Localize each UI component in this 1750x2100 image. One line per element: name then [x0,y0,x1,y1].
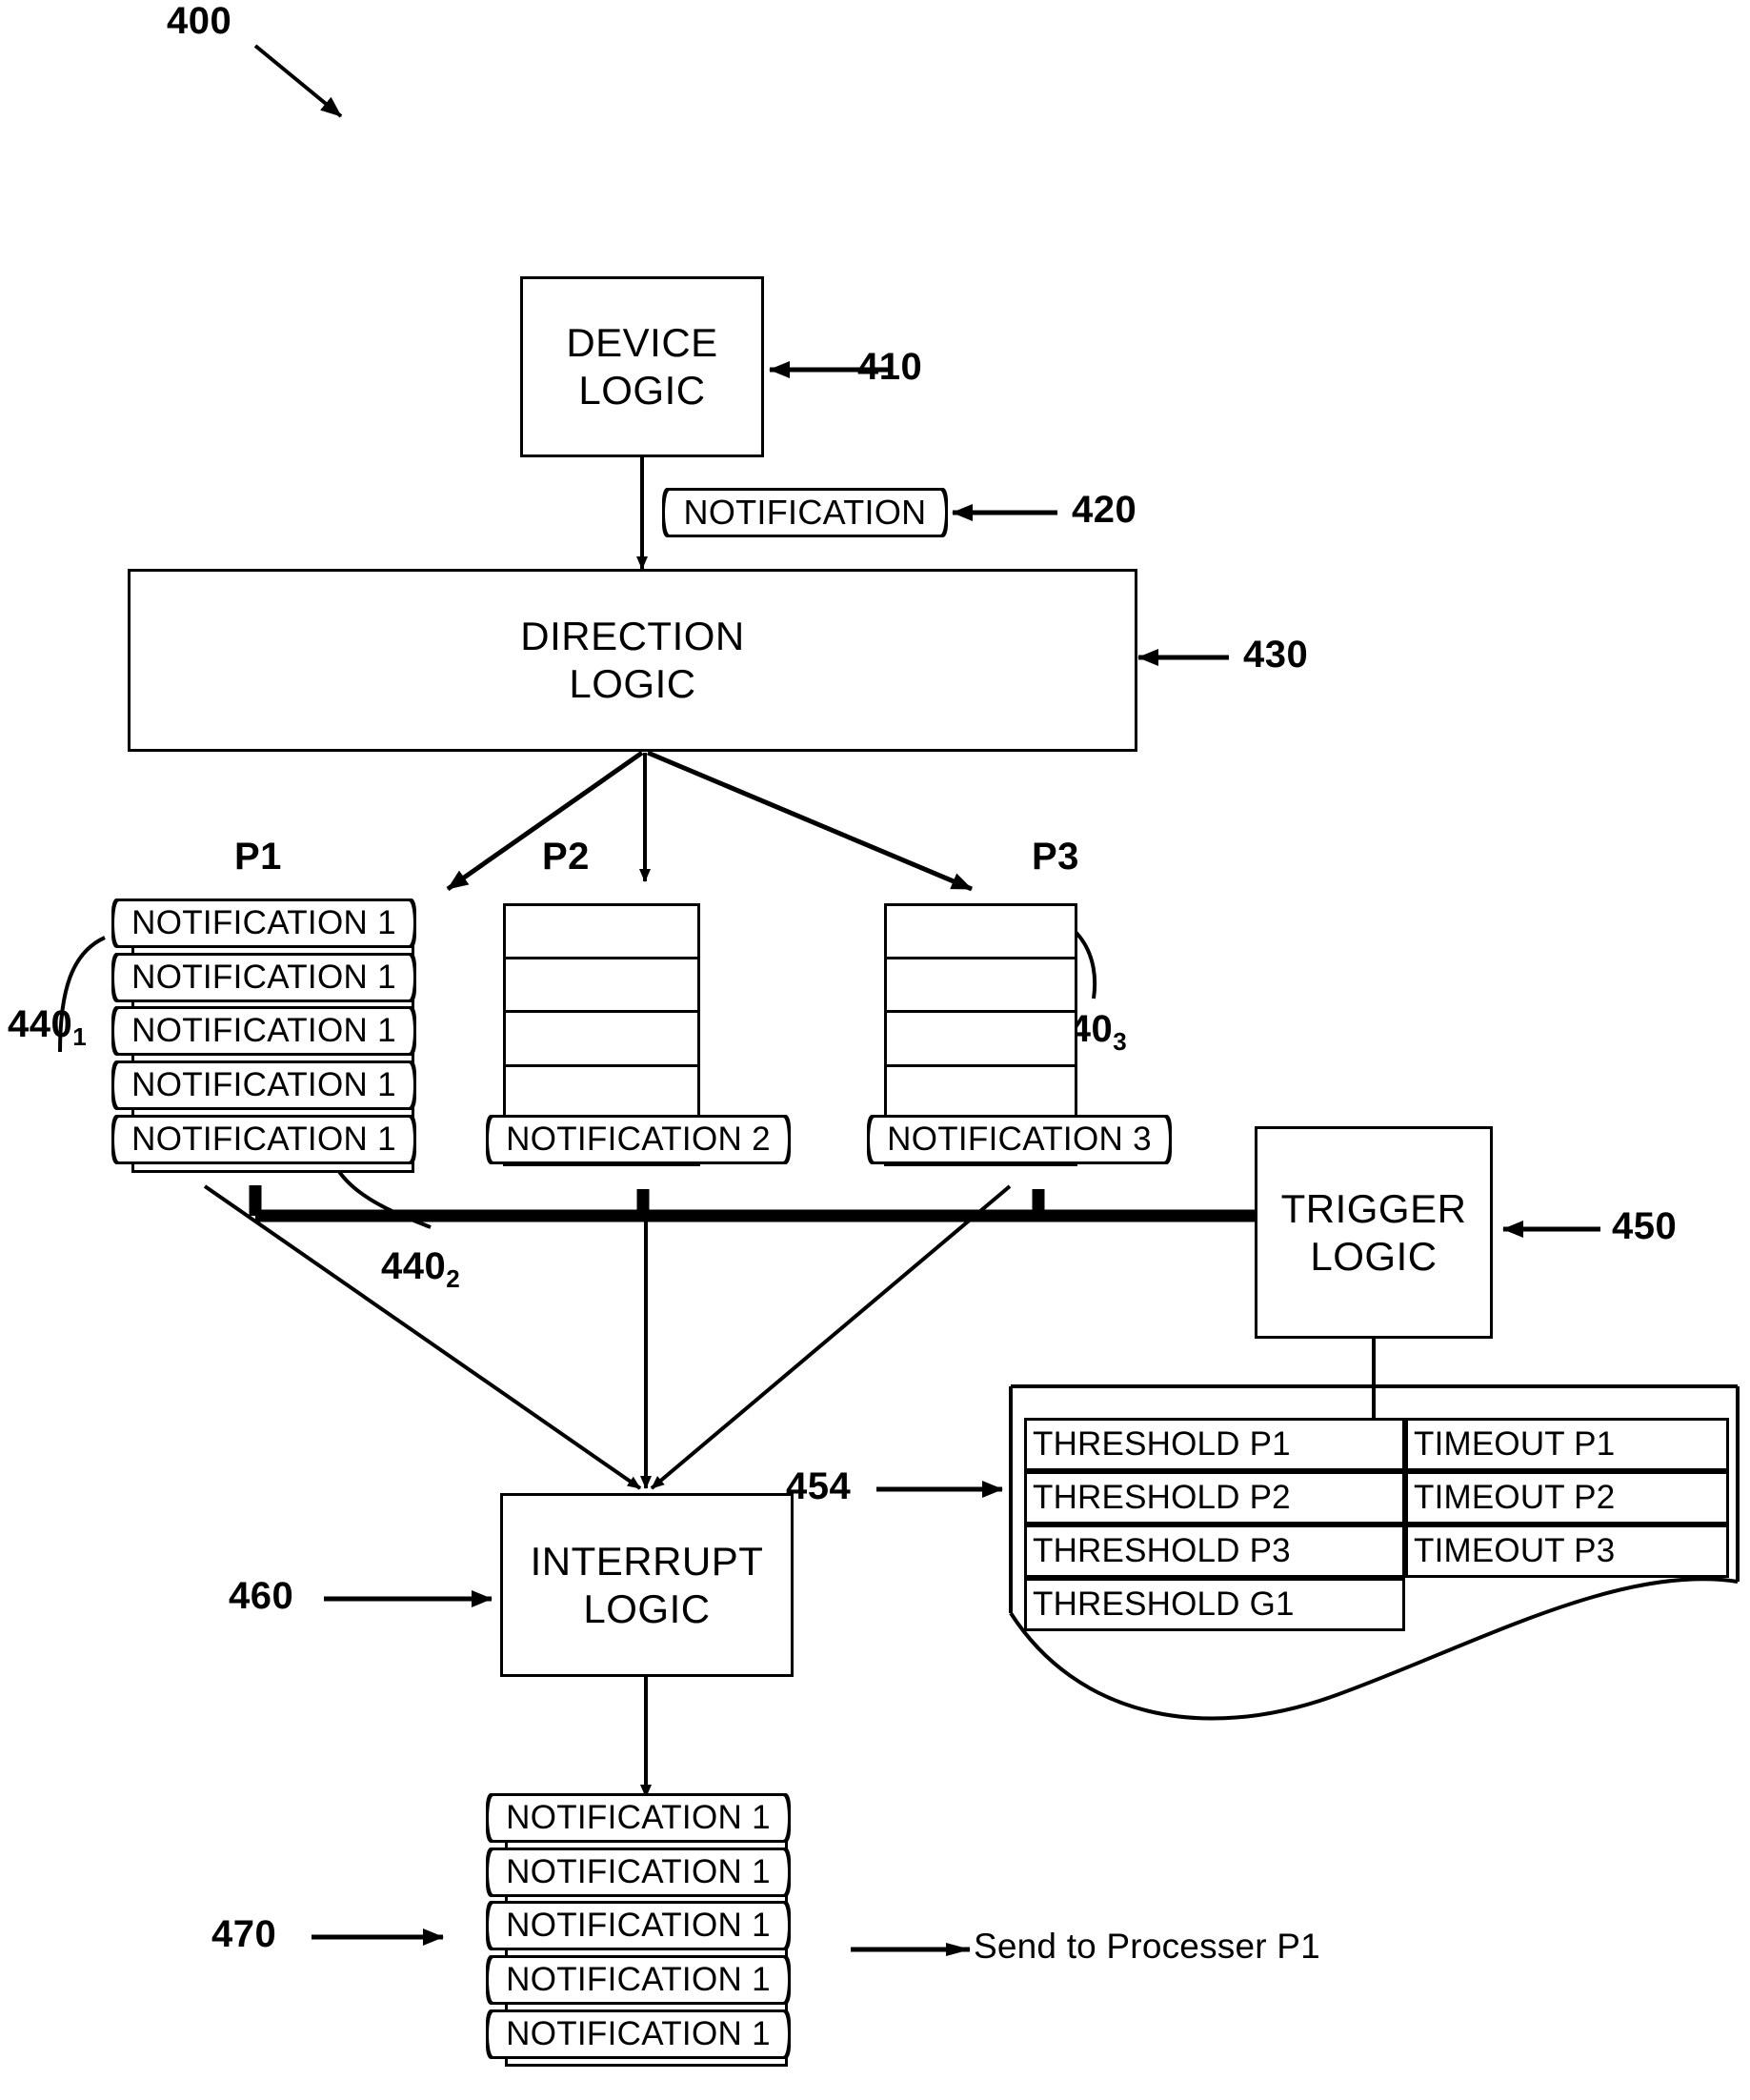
threshold-timeout-table: THRESHOLD P1 TIMEOUT P1 THRESHOLD P2 TIM… [1024,1418,1729,1639]
ref-430: 430 [1243,634,1309,676]
trigger-bus [249,1185,1255,1222]
table-cell-label: THRESHOLD P2 [1033,1479,1291,1516]
output-queue-item-label: NOTIFICATION 1 [506,1907,771,1944]
output-queue-item[interactable]: NOTIFICATION 1 [486,1955,791,2005]
queue-p1-item[interactable]: NOTIFICATION 1 [111,1115,416,1164]
table-cell-threshold-p2[interactable]: THRESHOLD P2 [1024,1471,1405,1525]
interrupt-logic-label-line1: INTERRUPT [530,1538,764,1584]
queue-p2-item[interactable]: NOTIFICATION 2 [486,1115,791,1164]
table-cell-label: TIMEOUT P2 [1414,1479,1616,1516]
ref-450: 450 [1612,1205,1678,1247]
notification-ticket-420-label: NOTIFICATION [683,493,927,532]
ref-440-3-sub: 3 [1113,1027,1128,1056]
queue-divider [887,1064,1075,1067]
interrupt-logic-box[interactable]: INTERRUPT LOGIC [500,1493,794,1677]
send-to-processor-label: Send to Processer P1 [974,1927,1320,1966]
ref-440-1-base: 440 [8,1003,73,1045]
ref-440-2-base: 440 [381,1245,447,1287]
queue-p1-item-label: NOTIFICATION 1 [131,904,396,941]
output-queue-item[interactable]: NOTIFICATION 1 [486,2009,791,2059]
device-logic-box[interactable]: DEVICE LOGIC [520,276,764,457]
table-cell-label: TIMEOUT P1 [1414,1425,1616,1463]
ref-470: 470 [211,1913,277,1955]
queue-p3-item-label: NOTIFICATION 3 [887,1121,1152,1158]
output-queue-item-label: NOTIFICATION 1 [506,2015,771,2052]
table-cell-timeout-p1[interactable]: TIMEOUT P1 [1405,1418,1729,1471]
queue-divider [506,1010,697,1013]
lead-arrow-400 [253,44,343,118]
direction-logic-label-line1: DIRECTION [520,614,745,659]
patent-figure-400: 400 410 420 430 450 454 460 470 4401 440… [0,0,1750,2100]
notification-ticket-420[interactable]: NOTIFICATION [662,488,948,537]
table-cell-threshold-g1[interactable]: THRESHOLD G1 [1024,1578,1405,1631]
output-queue-item-label: NOTIFICATION 1 [506,1799,771,1836]
ref-440-1: 4401 [8,1003,87,1052]
queue-p1-item-label: NOTIFICATION 1 [131,1121,396,1158]
queue-p3-item[interactable]: NOTIFICATION 3 [867,1115,1172,1164]
queue-p1-item[interactable]: NOTIFICATION 1 [111,953,416,1002]
output-queue-item-label: NOTIFICATION 1 [506,1853,771,1890]
ref-420: 420 [1072,489,1137,531]
ref-410: 410 [857,346,923,388]
table-cell-timeout-p3[interactable]: TIMEOUT P3 [1405,1525,1729,1578]
ref-460: 460 [229,1575,294,1617]
output-queue-item-label: NOTIFICATION 1 [506,1961,771,1998]
edge-p3-to-interrupt [650,1184,1012,1490]
edge-direction-to-p3 [647,750,973,892]
processor-label-p3: P3 [1032,836,1079,878]
direction-logic-label-line2: LOGIC [569,661,696,706]
queue-p1-item-label: NOTIFICATION 1 [131,1066,396,1103]
table-cell-threshold-p3[interactable]: THRESHOLD P3 [1024,1525,1405,1578]
device-logic-label-line1: DEVICE [566,320,718,366]
queue-p1-item[interactable]: NOTIFICATION 1 [111,1006,416,1056]
direction-logic-box[interactable]: DIRECTION LOGIC [128,569,1137,752]
queue-divider [887,957,1075,959]
trigger-logic-label-line1: TRIGGER [1280,1185,1467,1231]
queue-p1-item[interactable]: NOTIFICATION 1 [111,1060,416,1110]
queue-p1-item-label: NOTIFICATION 1 [131,959,396,996]
queue-p2-item-label: NOTIFICATION 2 [506,1121,771,1158]
ref-440-2-sub: 2 [446,1264,461,1293]
ref-454: 454 [786,1465,852,1507]
trigger-logic-box[interactable]: TRIGGER LOGIC [1255,1126,1493,1339]
output-queue-item[interactable]: NOTIFICATION 1 [486,1901,791,1950]
table-cell-label: THRESHOLD P1 [1033,1425,1291,1463]
table-cell-label: THRESHOLD P3 [1033,1532,1291,1569]
interrupt-logic-label-line2: LOGIC [583,1585,711,1631]
edge-p1-to-interrupt [203,1184,642,1490]
queue-p1-item[interactable]: NOTIFICATION 1 [111,899,416,948]
ref-440-1-sub: 1 [72,1022,88,1051]
device-logic-label-line2: LOGIC [578,368,706,413]
queue-divider [887,1010,1075,1013]
output-queue-item[interactable]: NOTIFICATION 1 [486,1848,791,1897]
queue-divider [506,1064,697,1067]
trigger-logic-label-line2: LOGIC [1310,1233,1438,1279]
processor-label-p1: P1 [234,836,282,878]
processor-label-p2: P2 [542,836,590,878]
table-cell-timeout-p2[interactable]: TIMEOUT P2 [1405,1471,1729,1525]
queue-divider [506,957,697,959]
table-cell-label: THRESHOLD G1 [1033,1585,1295,1623]
output-queue-item[interactable]: NOTIFICATION 1 [486,1793,791,1843]
table-cell-label: TIMEOUT P3 [1414,1532,1616,1569]
ref-440-2: 4402 [381,1245,460,1294]
ref-400: 400 [167,0,232,42]
table-cell-threshold-p1[interactable]: THRESHOLD P1 [1024,1418,1405,1471]
queue-p1-item-label: NOTIFICATION 1 [131,1012,396,1049]
